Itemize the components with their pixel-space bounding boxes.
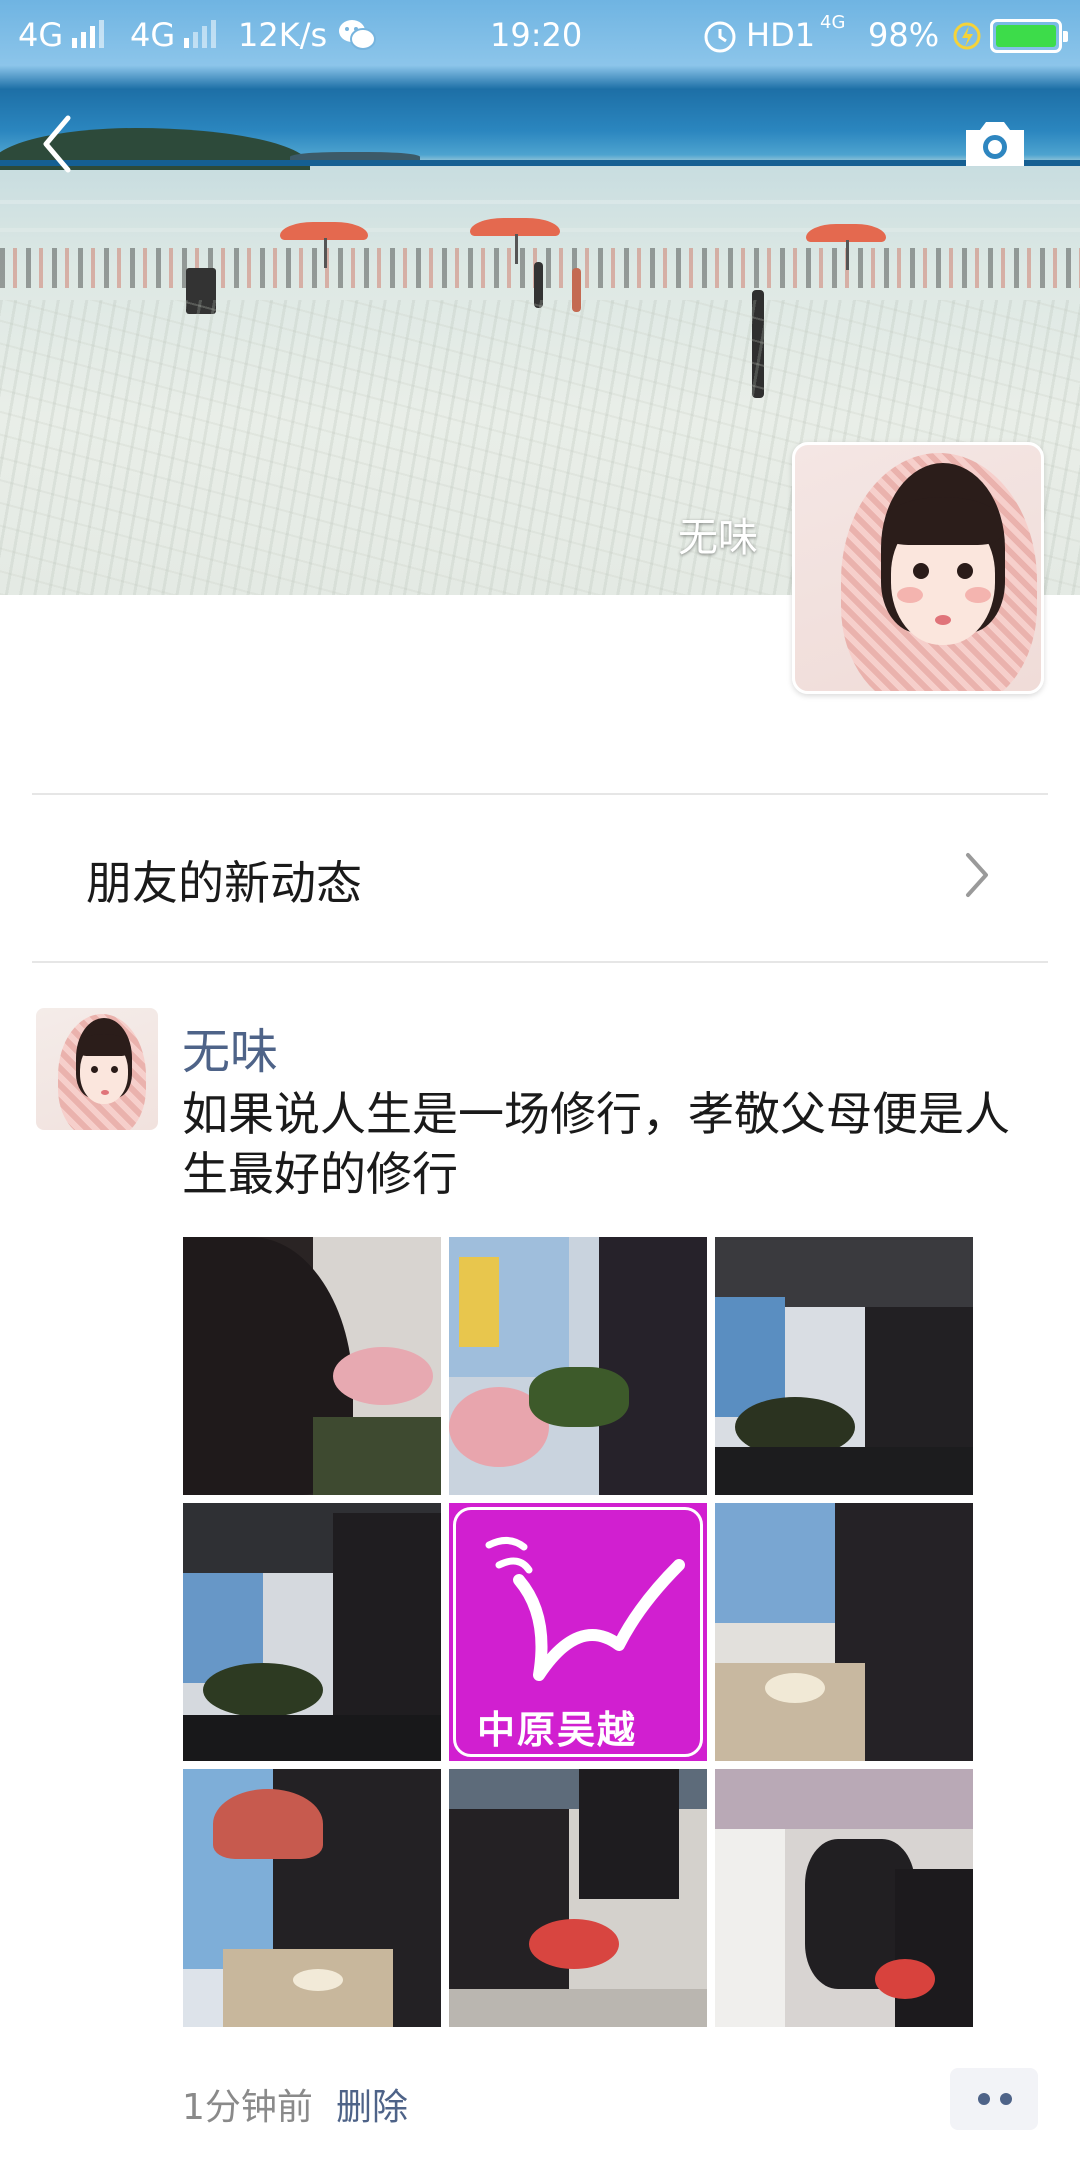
- back-button[interactable]: [36, 112, 80, 176]
- signal-icon: [72, 20, 104, 48]
- battery-percent: 98%: [868, 16, 940, 54]
- delete-post-link[interactable]: 删除: [336, 2078, 408, 2130]
- avatar-lips: [101, 1090, 109, 1095]
- umbrella-shape: [280, 222, 368, 268]
- signal-icon: [184, 20, 216, 48]
- avatar-eye: [111, 1066, 118, 1073]
- network-label-1: 4G: [18, 16, 64, 54]
- post-author-name[interactable]: 无味: [182, 1012, 278, 1082]
- post-image[interactable]: [715, 1237, 973, 1495]
- avatar-bangs: [885, 497, 1001, 545]
- post-timestamp: 1分钟前: [182, 2087, 313, 2128]
- camera-icon: [966, 122, 1024, 166]
- post-author-avatar[interactable]: [36, 1008, 158, 1130]
- post-text: 如果说人生是一场修行，孝敬父母便是人生最好的修行: [182, 1087, 1010, 1201]
- more-dots-icon: [1000, 2093, 1012, 2105]
- avatar-eye: [913, 563, 929, 579]
- post-image[interactable]: [715, 1769, 973, 2027]
- alarm-icon: [704, 21, 736, 53]
- network-label-2: 4G: [130, 16, 176, 54]
- status-bar: 4G 4G 12K/s 19:20 HD1 4G 98%: [0, 0, 1080, 72]
- clock: 19:20: [490, 16, 583, 54]
- battery-icon: [990, 19, 1068, 53]
- avatar-eye: [91, 1066, 98, 1073]
- post-image[interactable]: [183, 1769, 441, 2027]
- horizon-line: [0, 160, 1080, 166]
- umbrella-shape: [470, 218, 560, 264]
- charging-icon: [953, 22, 981, 50]
- avatar-lips: [935, 615, 951, 625]
- moments-page: 4G 4G 12K/s 19:20 HD1 4G 98% 无味 朋友的新动态 无…: [0, 0, 1080, 2160]
- post-image-grid: 中原吴越: [183, 1237, 973, 2027]
- camera-button[interactable]: [962, 118, 1028, 170]
- avatar-eye: [957, 563, 973, 579]
- friends-updates-row[interactable]: 朋友的新动态: [0, 797, 1080, 961]
- cover-user-name: 无味: [678, 515, 758, 561]
- logo-mark-icon: [485, 1537, 685, 1681]
- more-dots-icon: [978, 2093, 990, 2105]
- post-image[interactable]: [183, 1503, 441, 1761]
- wave-line: [0, 200, 1080, 204]
- post-image[interactable]: [715, 1503, 973, 1761]
- hd-label: HD1: [746, 16, 816, 54]
- chevron-right-icon: [966, 853, 988, 897]
- divider: [32, 793, 1048, 795]
- hd-sub-label: 4G: [820, 12, 846, 33]
- network-speed: 12K/s: [238, 16, 328, 54]
- avatar-cheek: [965, 587, 991, 603]
- logo-image[interactable]: 中原吴越: [449, 1503, 707, 1761]
- wechat-icon: [339, 20, 376, 50]
- avatar-bangs: [78, 1034, 130, 1056]
- divider: [32, 961, 1048, 963]
- post-image[interactable]: [449, 1769, 707, 2027]
- friends-updates-label: 朋友的新动态: [86, 856, 362, 910]
- post-image[interactable]: [183, 1237, 441, 1495]
- chevron-left-icon: [43, 115, 71, 173]
- logo-text: 中原吴越: [477, 1708, 638, 1752]
- umbrella-shape: [806, 224, 886, 270]
- post-image[interactable]: [449, 1237, 707, 1495]
- more-actions-button[interactable]: [950, 2068, 1038, 2130]
- profile-avatar[interactable]: [792, 442, 1044, 694]
- avatar-cheek: [897, 587, 923, 603]
